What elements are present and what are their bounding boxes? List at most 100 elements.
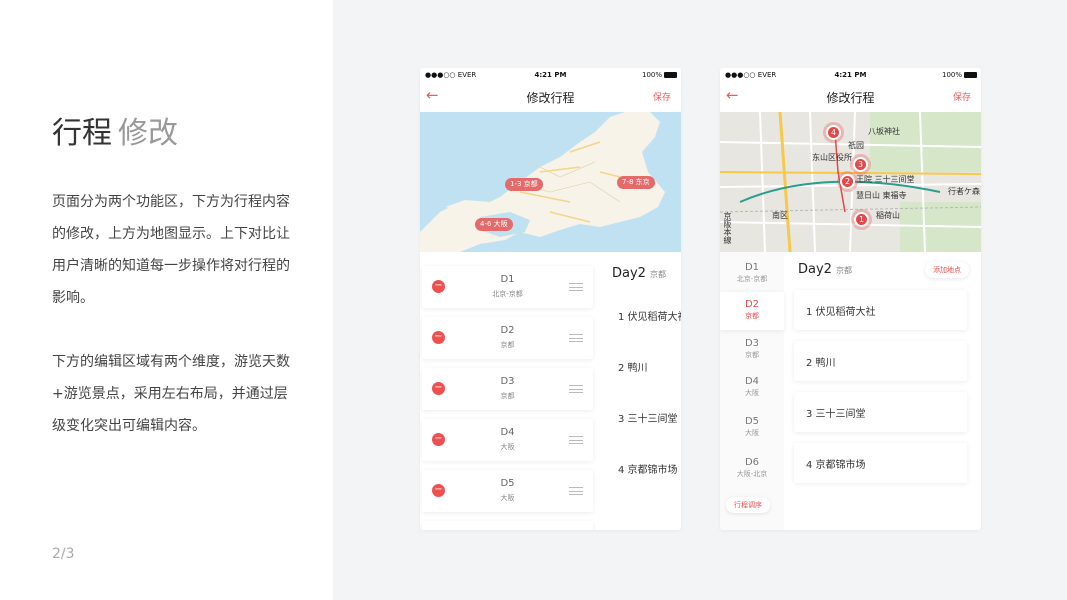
battery-label: 100% [941,71,962,79]
drag-handle-icon[interactable] [569,436,583,444]
day-city: 大阪 [745,389,759,397]
drag-handle-icon[interactable] [569,283,583,291]
day-title: Day2 [798,262,832,277]
day-city: 大阪 [745,429,759,437]
day-tab-d5[interactable]: D5 大阪 [720,416,784,438]
day-city: 京都 [500,392,515,400]
day-name: D4 [744,376,760,387]
day-city: 京都 [500,341,515,349]
day-name: D1 [500,274,515,285]
battery-label: 100% [641,71,662,79]
map-label: 稲荷山 [876,211,900,220]
day-city: 大阪 [500,443,515,451]
spot-label: 1 伏见稻荷大社 [806,307,876,318]
map-label: 行者ケ森 [948,187,980,196]
phone-mockup-edit: ●●●○○ EVER 4:21 PM 100% ← 修改行程 保存 八坂神社 祇… [720,68,981,530]
spot-item: 3 三十三间堂 [618,414,678,425]
save-button[interactable]: 保存 [653,90,671,103]
day-city: 京都 [745,312,759,320]
map-pin-2[interactable]: 2 [840,174,855,189]
map-tag-osaka[interactable]: 4-6 大阪 [475,218,513,231]
day-sidebar: D1 北京-京都 D2 京都 D3 京都 D4 大阪 D5 大阪 D6 大阪-北京 [720,252,784,530]
day-name: D3 [500,376,515,387]
day-name: D2 [744,299,760,310]
map-label: 王院 三十三间堂 [856,175,915,184]
description-paragraph-2: 下方的编辑区域有两个维度，游览天数+游览景点，采用左右布局，并通过层级变化突出可… [52,354,290,434]
spot-item: 2 鸭川 [618,363,648,374]
day-city: 京都 [745,351,759,359]
map-tag-kyoto[interactable]: 1-3 京都 [505,178,543,191]
map-label: 慧日山 東福寺 [856,191,907,200]
title-sub: 修改 [118,116,178,151]
day-title: Day2 [612,266,646,281]
spot-item: 4 京都锦市场 [618,465,678,476]
day-tab-d3[interactable]: D3 京都 [720,338,784,360]
map-label: 京阪本線 [723,212,732,244]
map-label: 东山区役所 [812,153,852,162]
day-name: D6 [744,457,760,468]
day-card[interactable]: − D3 京都 [422,368,593,410]
map-kyoto[interactable]: 八坂神社 祇园 东山区役所 王院 三十三间堂 慧日山 東福寺 南区 稲荷山 行者… [720,112,981,252]
spot-card[interactable]: 2 鸭川 [794,341,967,381]
day-city: 京都 [835,266,852,275]
nav-bar: ← 修改行程 保存 [720,82,981,112]
day-city: 北京-京都 [736,275,768,283]
map-label: 南区 [772,211,788,220]
day-card[interactable]: − D4 大阪 [422,419,593,461]
battery-indicator: 100% [942,71,977,79]
nav-title: 修改行程 [526,91,575,105]
map-label: 八坂神社 [868,127,900,136]
spot-card[interactable]: 1 伏见稻荷大社 [794,290,967,330]
day-city: 京都 [649,270,666,279]
title-main: 行程 [52,116,112,151]
status-bar: ●●●○○ EVER 4:21 PM 100% [420,68,681,82]
day-header: Day2 京都 [612,266,666,281]
day-card-partial[interactable] [422,521,593,530]
spot-card[interactable]: 3 三十三间堂 [794,392,967,432]
spot-label: 4 京都锦市场 [806,460,866,471]
map-pin-1[interactable]: 1 [854,212,869,227]
day-card[interactable]: − D2 京都 [422,317,593,359]
page-title: 行程 修改 [52,108,178,152]
description-paragraph-1: 页面分为两个功能区，下方为行程内容的修改，上方为地图显示。上下对比让用户清晰的知… [52,194,290,306]
description-panel: 行程 修改 页面分为两个功能区，下方为行程内容的修改，上方为地图显示。上下对比让用… [0,0,333,600]
nav-title: 修改行程 [826,91,875,105]
day-name: D5 [744,416,760,427]
spot-item: 1 伏见稻荷大社 [618,312,681,323]
reorder-trip-button[interactable]: 行程调序 [726,497,770,513]
spot-card[interactable]: 4 京都锦市场 [794,443,967,483]
spot-label: 3 三十三间堂 [806,409,866,420]
phone-mockup-reorder: ●●●○○ EVER 4:21 PM 100% ← 修改行程 保存 1-3 京都… [420,68,681,530]
day-name: D3 [744,338,760,349]
day-city: 大阪-北京 [736,470,768,478]
status-bar: ●●●○○ EVER 4:21 PM 100% [720,68,981,82]
day-city: 北京-京都 [492,290,523,298]
map-label: 祇园 [848,141,864,150]
day-name: D5 [500,478,515,489]
day-city: 大阪 [500,494,515,502]
map-tag-tokyo[interactable]: 7-8 东京 [617,176,655,189]
day-tab-d4[interactable]: D4 大阪 [720,376,784,398]
map-pin-4[interactable]: 4 [826,125,841,140]
day-detail-peek: Day2 京都 1 伏见稻荷大社 2 鸭川 3 三十三间堂 4 京都锦市场 [602,258,681,530]
day-tab-d6[interactable]: D6 大阪-北京 [720,457,784,479]
battery-icon [664,72,677,78]
day-card[interactable]: − D5 大阪 [422,470,593,512]
battery-icon [964,72,977,78]
page-number: 2/3 [52,546,75,562]
save-button[interactable]: 保存 [953,90,971,103]
drag-handle-icon[interactable] [569,334,583,342]
day-name: D4 [500,427,515,438]
nav-bar: ← 修改行程 保存 [420,82,681,112]
add-place-button[interactable]: 添加地点 [925,262,969,278]
map-japan[interactable]: 1-3 京都 7-8 东京 4-6 大阪 [420,112,681,252]
day-name: D1 [744,262,760,273]
day-tab-d2[interactable]: D2 京都 [720,292,784,330]
day-name: D2 [500,325,515,336]
spot-label: 2 鸭川 [806,358,836,369]
drag-handle-icon[interactable] [569,385,583,393]
drag-handle-icon[interactable] [569,487,583,495]
day-tab-d1[interactable]: D1 北京-京都 [720,262,784,284]
map-pin-3[interactable]: 3 [853,157,868,172]
day-card[interactable]: − D1 北京-京都 [422,266,593,308]
